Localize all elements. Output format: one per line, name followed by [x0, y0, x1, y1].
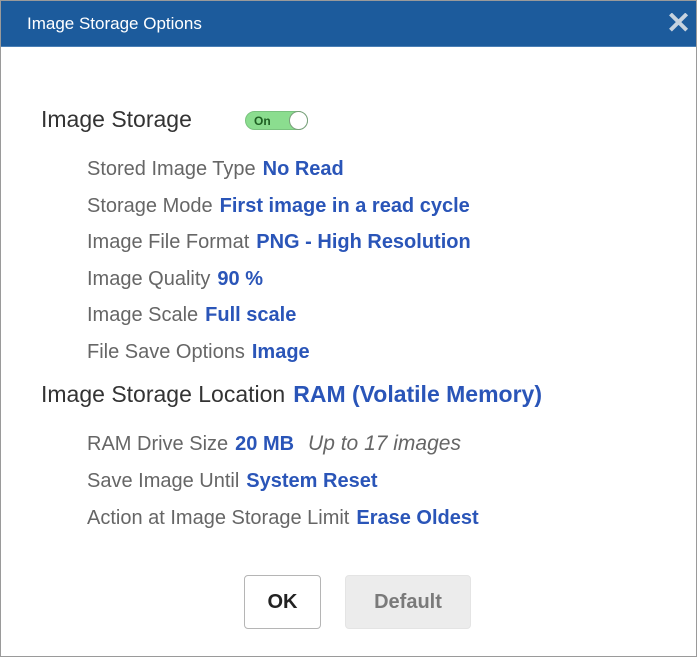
image-storage-toggle[interactable]: On — [245, 111, 308, 130]
storage-location-heading: Image Storage Location RAM (Volatile Memo… — [41, 381, 542, 408]
toggle-knob — [289, 111, 308, 130]
setting-label: Image Scale — [87, 304, 199, 326]
setting-save-image-until: Save Image Until System Reset — [87, 470, 377, 493]
image-storage-heading: Image Storage — [41, 106, 192, 133]
setting-label: Storage Mode — [87, 195, 213, 217]
image-storage-label: Image Storage — [41, 106, 192, 132]
storage-location-value[interactable]: RAM (Volatile Memory) — [293, 381, 542, 407]
setting-label: RAM Drive Size — [87, 433, 229, 455]
image-capacity-note: Up to 17 images — [308, 432, 461, 455]
setting-label: File Save Options — [87, 341, 245, 363]
storage-mode-value[interactable]: First image in a read cycle — [220, 195, 470, 217]
setting-image-scale: Image Scale Full scale — [87, 304, 296, 327]
image-quality-value[interactable]: 90 % — [217, 268, 263, 290]
storage-location-label: Image Storage Location — [41, 381, 286, 407]
close-button[interactable]: ✕ — [666, 13, 696, 39]
close-icon: ✕ — [666, 13, 692, 39]
setting-image-quality: Image Quality 90 % — [87, 268, 263, 291]
stored-image-type-value[interactable]: No Read — [263, 158, 344, 180]
dialog-title: Image Storage Options — [27, 14, 202, 33]
ok-button[interactable]: OK — [244, 575, 321, 629]
file-save-options-value[interactable]: Image — [252, 341, 310, 363]
save-image-until-value[interactable]: System Reset — [246, 470, 377, 492]
image-storage-options-dialog: Image Storage Options ✕ Image Storage On… — [0, 0, 697, 657]
setting-label: Image File Format — [87, 231, 250, 253]
setting-file-save-options: File Save Options Image — [87, 341, 310, 364]
setting-ram-drive-size: RAM Drive Size 20 MB Up to 17 images — [87, 432, 461, 456]
default-button[interactable]: Default — [345, 575, 471, 629]
image-scale-value[interactable]: Full scale — [205, 304, 296, 326]
toggle-state-label: On — [254, 114, 271, 128]
image-file-format-value[interactable]: PNG - High Resolution — [256, 231, 470, 253]
setting-label: Save Image Until — [87, 470, 240, 492]
ram-drive-size-value[interactable]: 20 MB — [235, 433, 294, 455]
setting-label: Image Quality — [87, 268, 211, 290]
setting-storage-limit-action: Action at Image Storage Limit Erase Oldes… — [87, 507, 479, 530]
setting-stored-image-type: Stored Image Type No Read — [87, 158, 344, 181]
setting-storage-mode: Storage Mode First image in a read cycle — [87, 195, 470, 218]
setting-label: Stored Image Type — [87, 158, 256, 180]
dialog-titlebar: Image Storage Options ✕ — [1, 1, 696, 47]
setting-label: Action at Image Storage Limit — [87, 507, 350, 529]
storage-limit-action-value[interactable]: Erase Oldest — [356, 507, 478, 529]
setting-image-file-format: Image File Format PNG - High Resolution — [87, 231, 471, 254]
